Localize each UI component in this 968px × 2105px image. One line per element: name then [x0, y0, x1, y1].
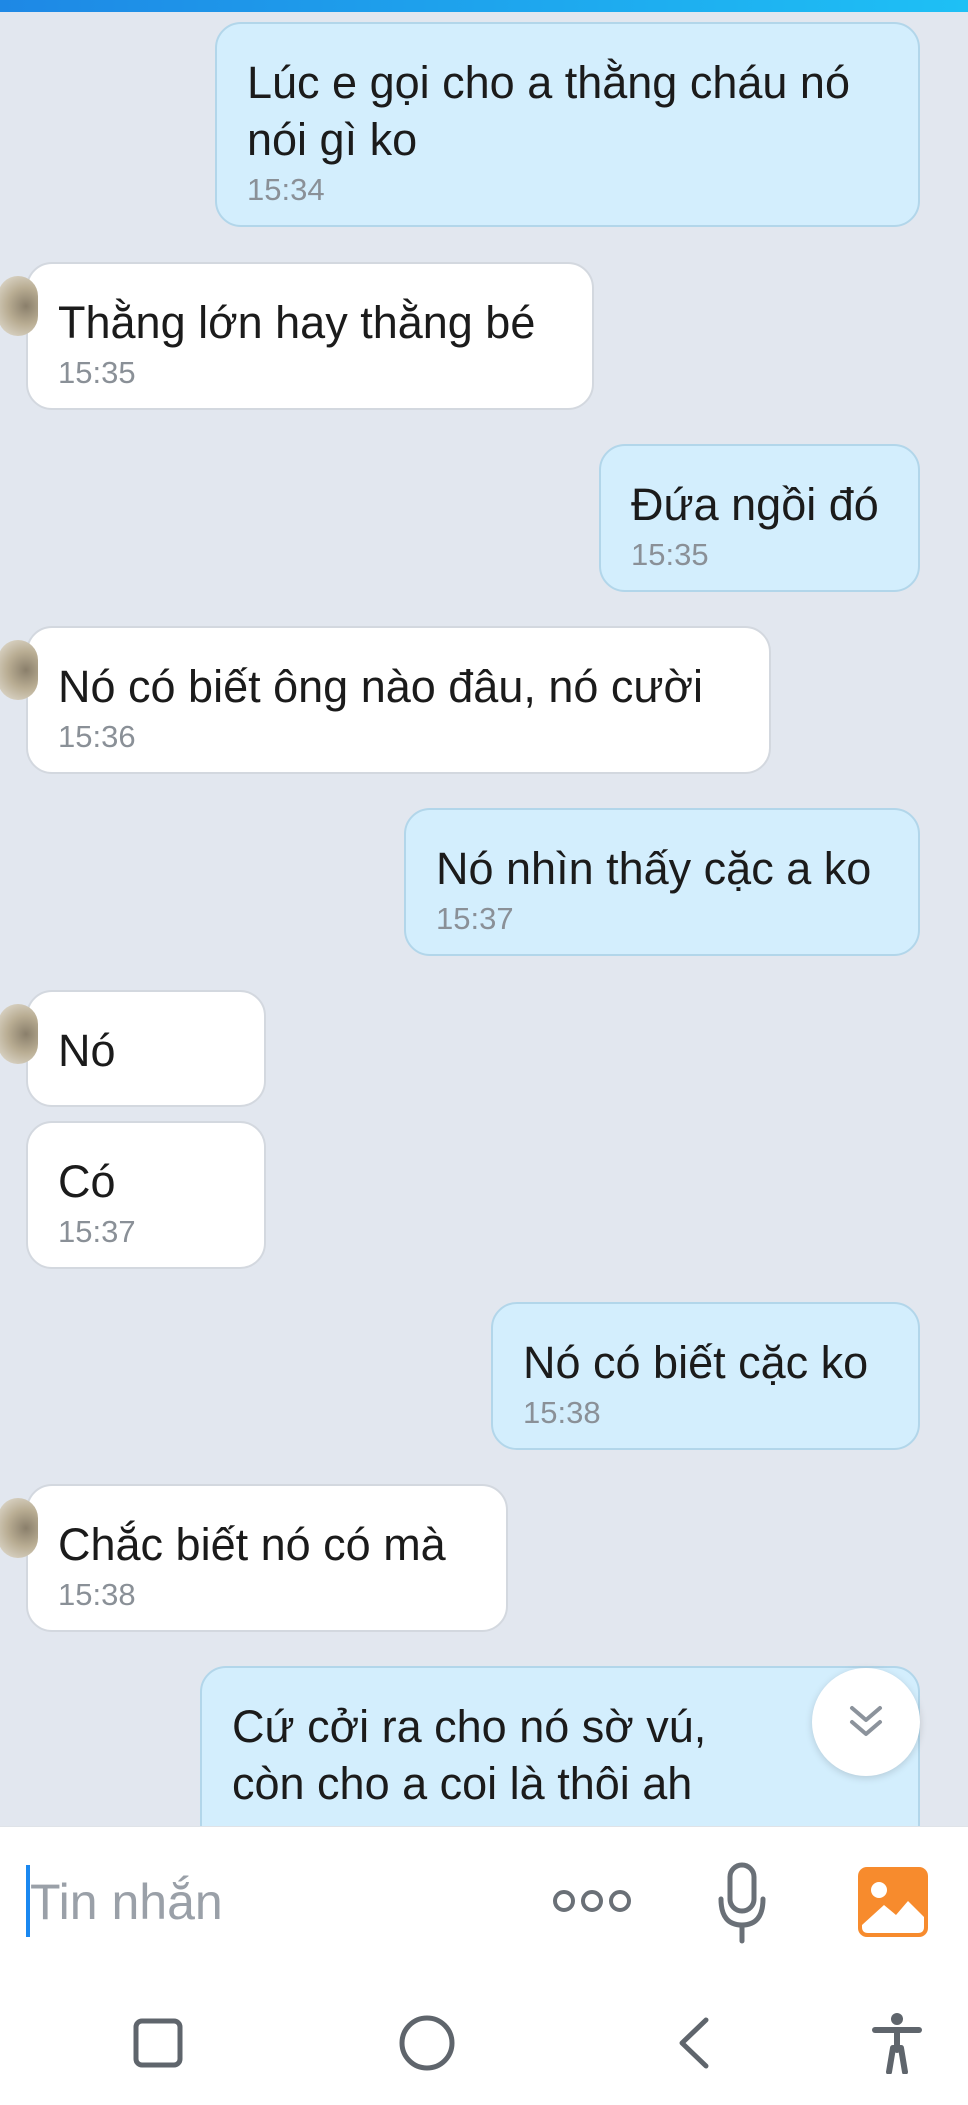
message-time: 15:35 [631, 537, 709, 572]
message-time: 15:36 [58, 719, 136, 754]
message-text: Nó [58, 1025, 116, 1076]
home-icon[interactable] [398, 2014, 456, 2072]
message-text: Có [58, 1156, 116, 1207]
message-text: Thằng lớn hay thằng bé [58, 297, 536, 348]
message-bubble-incoming[interactable]: Chắc biết nó có mà 15:38 [0, 1484, 508, 1632]
microphone-icon[interactable] [716, 1861, 768, 1945]
message-time: 15:34 [247, 172, 325, 207]
system-navigation-bar [0, 1978, 968, 2105]
message-list[interactable]: Lúc e gọi cho a thằng cháu nó nói gì ko … [0, 0, 968, 1826]
gallery-icon[interactable] [856, 1865, 930, 1939]
contact-avatar[interactable] [0, 1498, 38, 1558]
contact-avatar[interactable] [0, 1004, 38, 1064]
message-text: Chắc biết nó có mà [58, 1519, 446, 1570]
double-chevron-down-icon [850, 1706, 882, 1736]
message-time: 15:37 [58, 1214, 136, 1249]
message-text: Nó có biết cặc ko [523, 1337, 869, 1388]
message-text: Nó có biết ông nào đâu, nó cười [58, 661, 704, 712]
message-time: 15:38 [523, 1395, 601, 1430]
message-bubble-incoming[interactable]: Thằng lớn hay thằng bé 15:35 [0, 262, 594, 410]
scroll-to-bottom-button[interactable] [812, 1668, 920, 1776]
message-text: Đứa ngồi đó [631, 479, 879, 530]
message-bubble-incoming[interactable]: Có 15:37 [26, 1121, 266, 1269]
message-text: Nó nhìn thấy cặc a ko [436, 843, 872, 894]
message-time: 15:38 [58, 1577, 136, 1612]
message-time: 15:35 [58, 355, 136, 390]
message-bubble-outgoing[interactable]: Cứ cởi ra cho nó sờ vú, còn cho a coi là… [200, 1666, 920, 1826]
message-composer [0, 1826, 968, 1979]
message-bubble-incoming[interactable]: Nó [0, 990, 266, 1107]
accessibility-icon[interactable] [872, 2012, 922, 2074]
back-icon[interactable] [674, 2016, 714, 2070]
message-input[interactable] [28, 1863, 512, 1941]
message-bubble-outgoing[interactable]: Đứa ngồi đó 15:35 [599, 444, 920, 592]
message-bubble-outgoing[interactable]: Nó nhìn thấy cặc a ko 15:37 [404, 808, 920, 956]
message-bubble-outgoing[interactable]: Nó có biết cặc ko 15:38 [491, 1302, 920, 1450]
message-text: Cứ cởi ra cho nó sờ vú, còn cho a coi là… [232, 1701, 707, 1809]
contact-avatar[interactable] [0, 640, 38, 700]
message-bubble-incoming[interactable]: Nó có biết ông nào đâu, nó cười 15:36 [0, 626, 771, 774]
more-icon[interactable] [552, 1883, 632, 1919]
message-text: Lúc e gọi cho a thằng cháu nó nói gì ko [247, 57, 850, 165]
contact-avatar[interactable] [0, 276, 38, 336]
message-bubble-outgoing[interactable]: Lúc e gọi cho a thằng cháu nó nói gì ko … [215, 22, 920, 227]
recent-apps-icon[interactable] [133, 2018, 183, 2068]
message-time: 15:37 [436, 901, 514, 936]
